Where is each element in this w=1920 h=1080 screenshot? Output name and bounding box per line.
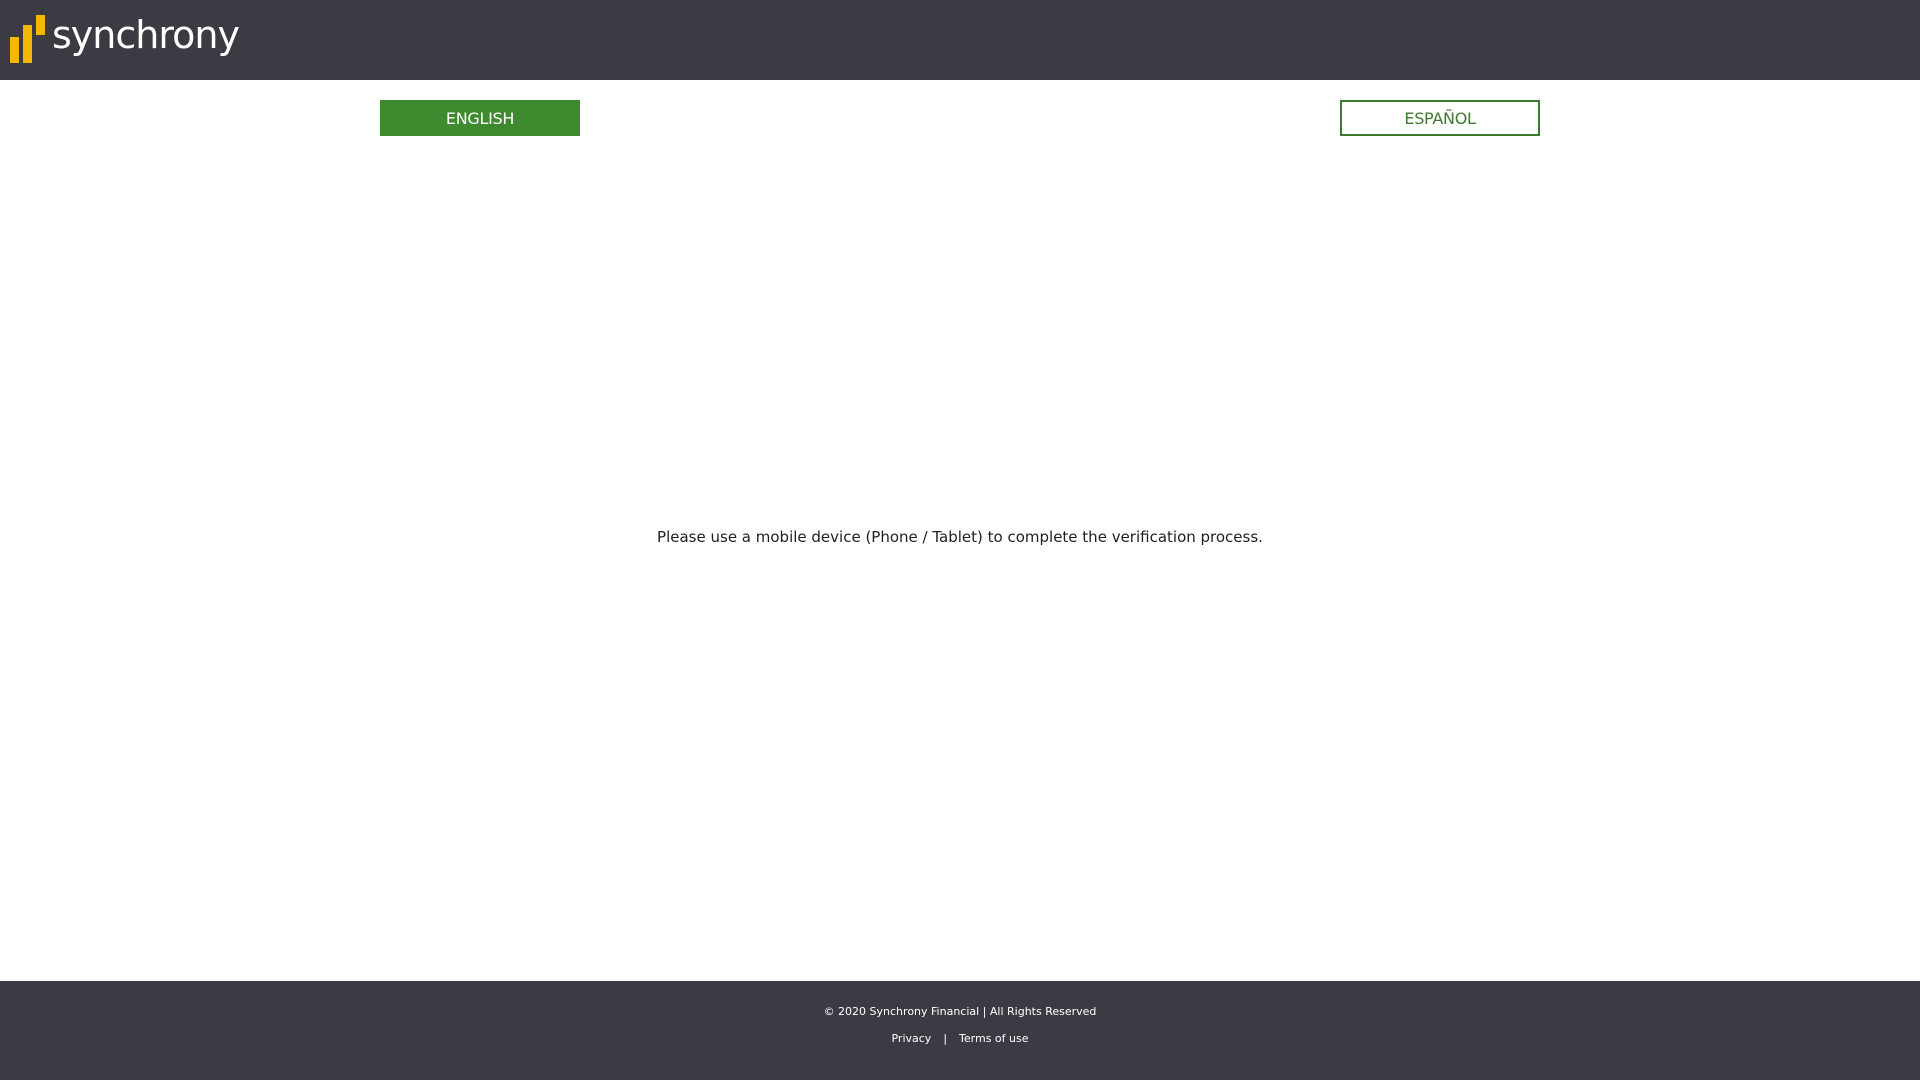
english-language-button[interactable]: ENGLISH	[380, 100, 580, 136]
synchrony-bars-icon	[10, 15, 45, 63]
copyright-text: © 2020 Synchrony Financial | All Rights …	[823, 1005, 1097, 1018]
synchrony-logo[interactable]: synchrony	[10, 13, 240, 64]
page: synchrony ENGLISH ESPAÑOL Please use a m…	[0, 0, 1920, 1080]
logo-wordmark: synchrony	[52, 13, 240, 57]
footer-bar: © 2020 Synchrony Financial | All Rights …	[0, 981, 1920, 1080]
spanish-language-button[interactable]: ESPAÑOL	[1340, 100, 1540, 136]
footer-links: Privacy | Terms of use	[0, 1032, 1920, 1045]
footer-link-separator: |	[943, 1032, 948, 1045]
verification-message: Please use a mobile device (Phone / Tabl…	[657, 528, 1263, 546]
privacy-link[interactable]: Privacy	[891, 1032, 931, 1045]
terms-of-use-link[interactable]: Terms of use	[959, 1032, 1028, 1045]
header-bar: synchrony	[0, 0, 1920, 80]
